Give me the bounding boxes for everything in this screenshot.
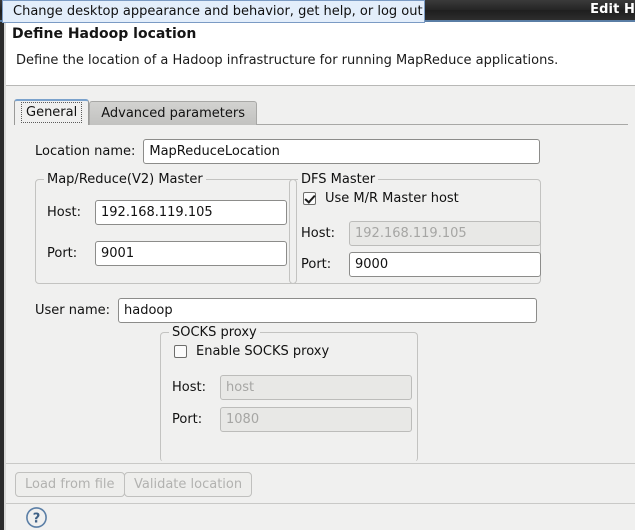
svg-text:?: ?	[33, 511, 41, 526]
map-reduce-master-group: Map/Reduce(V2) Master Host: 192.168.119.…	[35, 172, 297, 284]
user-name-input[interactable]: hadoop	[118, 298, 538, 323]
dfs-port-row: Port: 9000	[301, 252, 541, 277]
socks-host-label: Host:	[172, 380, 206, 395]
enable-socks-proxy-checkbox[interactable]	[174, 345, 187, 358]
location-name-row: Location name: MapReduceLocation	[35, 139, 541, 164]
window-left-border-inner	[4, 22, 6, 530]
location-name-label: Location name:	[35, 144, 136, 159]
use-mr-master-host-checkbox[interactable]	[303, 192, 316, 205]
use-mr-master-host-checkbox-row[interactable]: Use M/R Master host	[303, 191, 459, 206]
enable-socks-proxy-label: Enable SOCKS proxy	[196, 344, 330, 359]
tab-panel-general: Location name: MapReduceLocation Map/Red…	[14, 124, 628, 461]
page-description: Define the location of a Hadoop infrastr…	[16, 53, 559, 68]
dfs-port-input[interactable]: 9000	[349, 252, 541, 277]
socks-port-label: Port:	[172, 412, 203, 427]
enable-socks-proxy-checkbox-row[interactable]: Enable SOCKS proxy	[174, 344, 329, 359]
map-reduce-master-group-title: Map/Reduce(V2) Master	[44, 172, 206, 187]
mr-port-row: Port: 9001	[47, 241, 287, 266]
dfs-master-group: DFS Master Use M/R Master host Host: 192…	[289, 172, 541, 284]
help-question-circle-icon[interactable]: ?	[25, 506, 48, 529]
desktop-tooltip: Change desktop appearance and behavior, …	[2, 0, 425, 23]
dialog-button-bar: Load from file Validate location	[6, 463, 635, 504]
tab-area: General Advanced parameters Location nam…	[6, 87, 635, 463]
socks-proxy-group: SOCKS proxy Enable SOCKS proxy Host: hos…	[160, 325, 418, 461]
tab-general-label: General	[21, 102, 83, 123]
mr-host-row: Host: 192.168.119.105	[47, 200, 287, 225]
mr-port-input[interactable]: 9001	[95, 241, 287, 266]
socks-host-input: host	[220, 375, 412, 400]
load-from-file-button[interactable]: Load from file	[15, 472, 125, 497]
menu-edit-label[interactable]: Edit H	[590, 2, 635, 17]
socks-host-row: Host: host	[172, 375, 412, 400]
tab-advanced-parameters[interactable]: Advanced parameters	[89, 101, 257, 125]
mr-port-label: Port:	[47, 246, 78, 261]
page-title: Define Hadoop location	[12, 26, 197, 42]
dialog-header: Define Hadoop location Define the locati…	[6, 22, 635, 86]
socks-proxy-group-title: SOCKS proxy	[169, 325, 260, 340]
user-name-row: User name: hadoop	[35, 298, 538, 323]
tab-general[interactable]: General	[14, 99, 90, 125]
validate-location-button[interactable]: Validate location	[124, 472, 253, 497]
socks-port-row: Port: 1080	[172, 407, 412, 432]
tab-strip: General Advanced parameters	[14, 99, 257, 125]
user-name-label: User name:	[35, 303, 111, 318]
tab-advanced-parameters-label: Advanced parameters	[101, 106, 245, 121]
dfs-host-label: Host:	[301, 226, 335, 241]
define-hadoop-location-dialog: Define Hadoop location Define the locati…	[0, 22, 635, 530]
dialog-footer: ?	[6, 503, 635, 530]
dfs-host-row: Host: 192.168.119.105	[301, 221, 541, 246]
screen-root: Edit H Change desktop appearance and beh…	[0, 0, 635, 530]
mr-host-label: Host:	[47, 205, 81, 220]
dfs-master-group-title: DFS Master	[298, 172, 379, 187]
location-name-input[interactable]: MapReduceLocation	[143, 139, 541, 164]
dfs-host-input: 192.168.119.105	[349, 221, 541, 246]
dfs-port-label: Port:	[301, 257, 332, 272]
use-mr-master-host-label: Use M/R Master host	[325, 191, 459, 206]
socks-port-input: 1080	[220, 407, 412, 432]
mr-host-input[interactable]: 192.168.119.105	[95, 200, 287, 225]
